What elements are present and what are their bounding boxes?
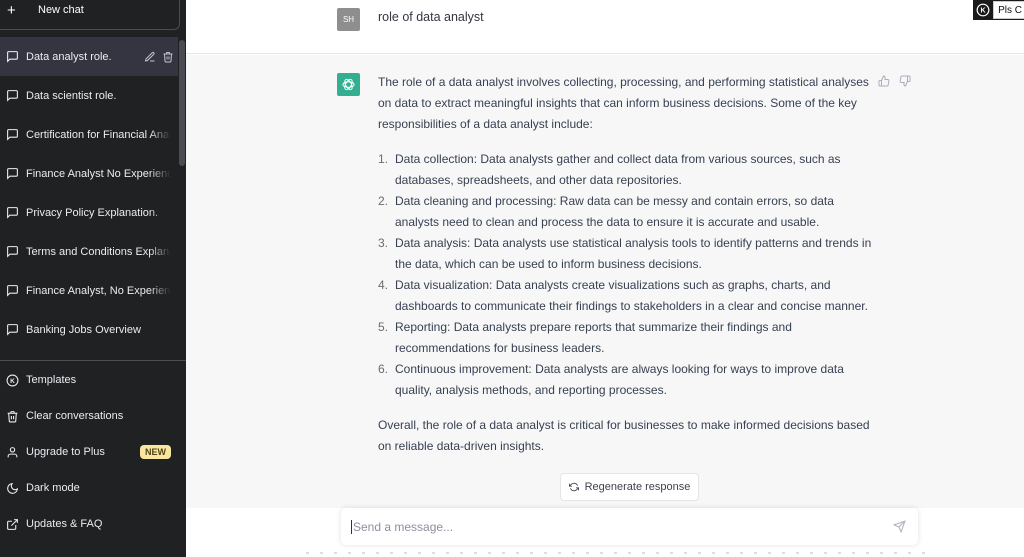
chat-history-list: Data analyst role. Data scientist role. … — [0, 37, 178, 349]
menu-item-clear-conversations[interactable]: Clear conversations — [0, 398, 186, 434]
list-number: 5. — [378, 320, 389, 334]
chat-main: SH role of data analyst K Pls C The role… — [186, 0, 1024, 557]
menu-item-upgrade[interactable]: Upgrade to Plus NEW — [0, 434, 186, 470]
assistant-message-body: The role of a data analyst involves coll… — [378, 72, 878, 457]
menu-item-label: Templates — [26, 374, 77, 386]
chat-item-label: Banking Jobs Overview — [26, 323, 141, 336]
external-link-icon — [6, 518, 19, 531]
chat-item-label: Finance Analyst, No Experience — [26, 284, 171, 297]
chat-item[interactable]: Finance Analyst No Experience — [0, 154, 178, 193]
regenerate-label: Regenerate response — [584, 481, 691, 493]
list-text: Reporting: Data analysts prepare reports… — [395, 320, 792, 355]
chat-bubble-icon — [7, 285, 18, 297]
thumbs-down-icon[interactable] — [899, 75, 911, 87]
plus-icon: + — [7, 1, 16, 19]
openai-logo-icon — [337, 73, 360, 96]
feedback-buttons — [878, 75, 911, 87]
extension-label: Pls C — [993, 1, 1024, 19]
sidebar: + New chat Data analyst role. Data scien… — [0, 0, 186, 557]
assistant-message: The role of a data analyst involves coll… — [186, 55, 1024, 508]
chat-bubble-icon — [7, 324, 18, 336]
list-item: 4. Data visualization: Data analysts crea… — [378, 275, 878, 317]
k-circle-icon: K — [975, 3, 990, 18]
regenerate-response-button[interactable]: Regenerate response — [560, 473, 699, 501]
new-chat-button[interactable]: + New chat — [0, 0, 180, 30]
list-number: 3. — [378, 236, 389, 250]
list-item: 2. Data cleaning and processing: Raw data… — [378, 191, 878, 233]
user-icon — [6, 446, 19, 459]
list-text: Data visualization: Data analysts create… — [395, 278, 868, 313]
list-text: Data analysis: Data analysts use statist… — [395, 236, 872, 271]
chat-item[interactable]: Terms and Conditions Explanation — [0, 232, 178, 271]
list-text: Data collection: Data analysts gather an… — [395, 152, 841, 187]
delete-trash-icon[interactable] — [162, 51, 174, 63]
list-item: 6. Continuous improvement: Data analysts … — [378, 359, 878, 401]
list-text: Data cleaning and processing: Raw data c… — [395, 194, 834, 229]
chat-item-label: Data analyst role. — [26, 50, 112, 63]
list-number: 1. — [378, 152, 389, 166]
chat-item-actions — [144, 51, 174, 63]
chat-bubble-icon — [7, 207, 18, 219]
list-number: 2. — [378, 194, 389, 208]
chat-item-label: Terms and Conditions Explanation — [26, 245, 171, 258]
footer-disclaimer — [306, 552, 926, 554]
menu-item-label: Dark mode — [26, 482, 80, 494]
chat-bubble-icon — [7, 129, 18, 141]
menu-item-dark-mode[interactable]: Dark mode — [0, 470, 186, 506]
new-badge: NEW — [140, 445, 171, 459]
refresh-icon — [568, 482, 579, 492]
list-number: 6. — [378, 362, 389, 376]
menu-item-label: Clear conversations — [26, 410, 124, 422]
chat-bubble-icon — [7, 51, 18, 63]
trash-icon — [6, 410, 19, 423]
edit-pencil-icon[interactable] — [144, 51, 156, 63]
menu-item-label: Updates & FAQ — [26, 518, 103, 530]
sidebar-menu: K Templates Clear conversations Upgrade … — [0, 362, 186, 542]
svg-text:K: K — [980, 8, 985, 15]
message-composer — [341, 508, 918, 545]
sidebar-scrollbar[interactable] — [179, 40, 185, 166]
chat-item[interactable]: Certification for Financial Analyst — [0, 115, 178, 154]
chat-bubble-icon — [7, 246, 18, 258]
message-input[interactable] — [351, 519, 871, 534]
menu-item-templates[interactable]: K Templates — [0, 362, 186, 398]
menu-item-updates-faq[interactable]: Updates & FAQ — [0, 506, 186, 542]
chat-item-label: Privacy Policy Explanation. — [26, 206, 159, 219]
svg-text:K: K — [10, 377, 15, 384]
k-circle-icon: K — [6, 374, 19, 387]
user-message: SH role of data analyst K Pls C — [186, 0, 1024, 54]
new-chat-label: New chat — [38, 4, 84, 16]
chat-item-label: Data scientist role. — [26, 89, 117, 102]
assistant-intro: The role of a data analyst involves coll… — [378, 75, 869, 131]
list-number: 4. — [378, 278, 389, 292]
chat-item[interactable]: Banking Jobs Overview — [0, 310, 178, 349]
thumbs-up-icon[interactable] — [878, 75, 890, 87]
chat-item[interactable]: Finance Analyst, No Experience — [0, 271, 178, 310]
assistant-conclusion: Overall, the role of a data analyst is c… — [378, 418, 870, 453]
extension-widget[interactable]: K Pls C — [973, 0, 1024, 20]
chat-item[interactable]: Data analyst role. — [0, 37, 178, 76]
moon-icon — [6, 482, 19, 495]
chat-item-label: Certification for Financial Analyst — [26, 128, 171, 141]
user-message-text: role of data analyst — [378, 10, 484, 24]
send-icon[interactable] — [893, 520, 906, 533]
menu-item-label: Upgrade to Plus — [26, 446, 105, 458]
responsibilities-list: 1. Data collection: Data analysts gather … — [378, 149, 878, 401]
user-avatar: SH — [337, 8, 360, 31]
list-item: 5. Reporting: Data analysts prepare repor… — [378, 317, 878, 359]
sidebar-divider — [0, 360, 186, 361]
chat-bubble-icon — [7, 90, 18, 102]
list-item: 3. Data analysis: Data analysts use stati… — [378, 233, 878, 275]
chat-item-label: Finance Analyst No Experience — [26, 167, 171, 180]
chat-item[interactable]: Data scientist role. — [0, 76, 178, 115]
chat-item[interactable]: Privacy Policy Explanation. — [0, 193, 178, 232]
list-text: Continuous improvement: Data analysts ar… — [395, 362, 844, 397]
chat-bubble-icon — [7, 168, 18, 180]
list-item: 1. Data collection: Data analysts gather … — [378, 149, 878, 191]
